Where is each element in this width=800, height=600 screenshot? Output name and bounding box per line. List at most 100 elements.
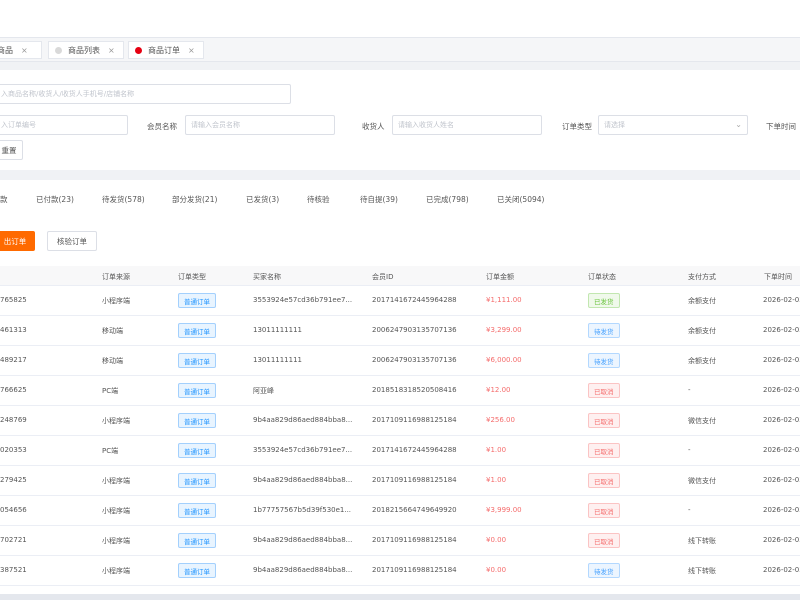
cell-payment: - xyxy=(688,446,691,454)
table-row[interactable]: 765825 小程序端 普通订单 3553924e57cd36b791ee7... 20… xyxy=(0,286,800,316)
cell-payment: 余额支付 xyxy=(688,297,716,305)
cell-buyer: 13011111111 xyxy=(253,356,302,364)
keyword-search-input[interactable]: 入商品名称/收货人/收货人手机号/店铺名称 xyxy=(0,84,291,104)
input-placeholder: 入商品名称/收货人/收货人手机号/店铺名称 xyxy=(1,90,135,98)
cell-buyer: 3553924e57cd36b791ee7... xyxy=(253,446,353,454)
cell-source: 移动端 xyxy=(102,357,123,365)
top-header xyxy=(0,0,800,38)
order-type-tag: 普通订单 xyxy=(178,413,216,428)
tabs-bar: 商品 × 商品列表 × 商品订单 × xyxy=(0,38,800,62)
table-row[interactable]: 461313 移动端 普通订单 13011111111 2006247903135707… xyxy=(0,316,800,346)
cell-time: 2026-02-03 xyxy=(763,566,800,574)
order-status-tag: 已取消 xyxy=(588,473,620,488)
cell-payment: 线下转账 xyxy=(688,567,716,575)
th-source: 订单来源 xyxy=(102,273,130,281)
chevron-down-icon: ⌄ xyxy=(735,120,742,129)
cell-amount: ¥3,999.00 xyxy=(486,506,522,514)
th-status: 订单状态 xyxy=(588,273,616,281)
status-tab-all[interactable]: 款 xyxy=(0,194,8,205)
verify-label: 核验订单 xyxy=(57,236,87,246)
search-panel: 入商品名称/收货人/收货人手机号/店铺名称 入订单编号 会员名称 请输入会员名称… xyxy=(0,70,800,170)
order-type-select[interactable]: 请选择 ⌄ xyxy=(598,115,748,135)
tab-dot-icon xyxy=(55,46,62,54)
status-tab-closed[interactable]: 已关闭(5094) xyxy=(497,194,544,205)
cell-amount: ¥6,000.00 xyxy=(486,356,522,364)
table-row[interactable]: 766625 PC端 普通订单 阿亚峰 2018518318520508416 ¥12.0… xyxy=(0,376,800,406)
cell-member-id: 2017109116988125184 xyxy=(372,476,457,484)
status-tab-completed[interactable]: 已完成(798) xyxy=(426,194,469,205)
cell-member-id: 2018215664749649920 xyxy=(372,506,457,514)
order-no-input[interactable]: 入订单编号 xyxy=(0,115,128,135)
table-header: 订单来源 订单类型 买家名称 会员ID 订单金额 订单状态 支付方式 下单时间 xyxy=(0,266,800,286)
order-status-tag: 已取消 xyxy=(588,443,620,458)
cell-payment: - xyxy=(688,506,691,514)
cell-time: 2026-02-03 xyxy=(763,296,800,304)
th-payment: 支付方式 xyxy=(688,273,716,281)
cell-order-no: 387521 xyxy=(0,566,27,574)
cell-member-id: 2017109116988125184 xyxy=(372,416,457,424)
table-row[interactable]: 702721 小程序端 普通订单 9b4aa829d86aed884bba8... 20… xyxy=(0,526,800,556)
bottom-scrollbar[interactable] xyxy=(0,594,800,600)
status-tab-to-ship[interactable]: 待发货(578) xyxy=(102,194,145,205)
status-tab-paid[interactable]: 已付款(23) xyxy=(36,194,74,205)
input-placeholder: 请输入会员名称 xyxy=(191,121,240,129)
cell-buyer: 3553924e57cd36b791ee7... xyxy=(253,296,353,304)
export-label: 出订单 xyxy=(3,236,27,246)
tab-goods[interactable]: 商品 × xyxy=(0,41,42,59)
consignee-input[interactable]: 请输入收货人姓名 xyxy=(392,115,542,135)
status-tab-partial-shipped[interactable]: 部分发货(21) xyxy=(172,194,217,205)
cell-order-no: 248769 xyxy=(0,416,27,424)
cell-amount: ¥256.00 xyxy=(486,416,515,424)
reset-button[interactable]: 重置 xyxy=(0,140,23,160)
cell-amount: ¥0.00 xyxy=(486,536,507,544)
cell-amount: ¥1.00 xyxy=(486,476,507,484)
close-icon[interactable]: × xyxy=(21,46,28,55)
cell-amount: ¥1,111.00 xyxy=(486,296,522,304)
cell-buyer: 9b4aa829d86aed884bba8... xyxy=(253,476,353,484)
order-time-label: 下单时间 xyxy=(766,122,796,131)
cell-amount: ¥3,299.00 xyxy=(486,326,522,334)
order-status-tag: 已发货 xyxy=(588,293,620,308)
status-tab-to-verify[interactable]: 待核验 xyxy=(307,194,330,205)
cell-buyer: 阿亚峰 xyxy=(253,387,274,395)
cell-amount: ¥0.00 xyxy=(486,566,507,574)
order-status-tag: 已取消 xyxy=(588,503,620,518)
status-tab-pickup[interactable]: 待自提(39) xyxy=(360,194,398,205)
cell-time: 2026-02-03 xyxy=(763,326,800,334)
select-placeholder: 请选择 xyxy=(604,121,625,129)
verify-orders-button[interactable]: 核验订单 xyxy=(47,231,97,251)
order-status-tag: 待发货 xyxy=(588,353,620,368)
table-row[interactable]: 054656 小程序端 普通订单 1b77757567b5d39f530e1... 20… xyxy=(0,496,800,526)
tab-label: 商品列表 xyxy=(68,45,100,55)
close-icon[interactable]: × xyxy=(188,46,195,55)
cell-source: PC端 xyxy=(102,387,119,395)
cell-member-id: 2018518318520508416 xyxy=(372,386,457,394)
order-type-tag: 普通订单 xyxy=(178,323,216,338)
table-row[interactable]: 489217 移动端 普通订单 13011111111 2006247903135707… xyxy=(0,346,800,376)
table-row[interactable]: 248769 小程序端 普通订单 9b4aa829d86aed884bba8... 20… xyxy=(0,406,800,436)
tab-label: 商品 xyxy=(0,45,13,55)
cell-amount: ¥1.00 xyxy=(486,446,507,454)
cell-order-no: 489217 xyxy=(0,356,27,364)
cell-member-id: 201714167244596428​8 xyxy=(372,296,457,304)
input-placeholder: 请输入收货人姓名 xyxy=(398,121,454,129)
cell-payment: - xyxy=(688,386,691,394)
tab-goods-list[interactable]: 商品列表 × xyxy=(48,41,124,59)
close-icon[interactable]: × xyxy=(108,46,115,55)
table-row[interactable]: 020353 PC端 普通订单 3553924e57cd36b791ee7... 201… xyxy=(0,436,800,466)
table-row[interactable]: 387521 小程序端 普通订单 9b4aa829d86aed884bba8... 20… xyxy=(0,556,800,586)
table-row[interactable]: 279425 小程序端 普通订单 9b4aa829d86aed884bba8... 20… xyxy=(0,466,800,496)
cell-order-no: 279425 xyxy=(0,476,27,484)
cell-order-no: 461313 xyxy=(0,326,27,334)
cell-time: 2026-02-03 xyxy=(763,506,800,514)
export-orders-button[interactable]: 出订单 xyxy=(0,231,35,251)
order-type-tag: 普通订单 xyxy=(178,473,216,488)
cell-buyer: 9b4aa829d86aed884bba8... xyxy=(253,536,353,544)
member-name-input[interactable]: 请输入会员名称 xyxy=(185,115,335,135)
cell-time: 2026-02-03 xyxy=(763,356,800,364)
cell-time: 2026-02-03 xyxy=(763,386,800,394)
cell-member-id: 2006247903135707136 xyxy=(372,326,457,334)
tab-goods-orders[interactable]: 商品订单 × xyxy=(128,41,204,59)
status-tab-shipped[interactable]: 已发货(3) xyxy=(246,194,279,205)
tab-label: 商品订单 xyxy=(148,45,180,55)
